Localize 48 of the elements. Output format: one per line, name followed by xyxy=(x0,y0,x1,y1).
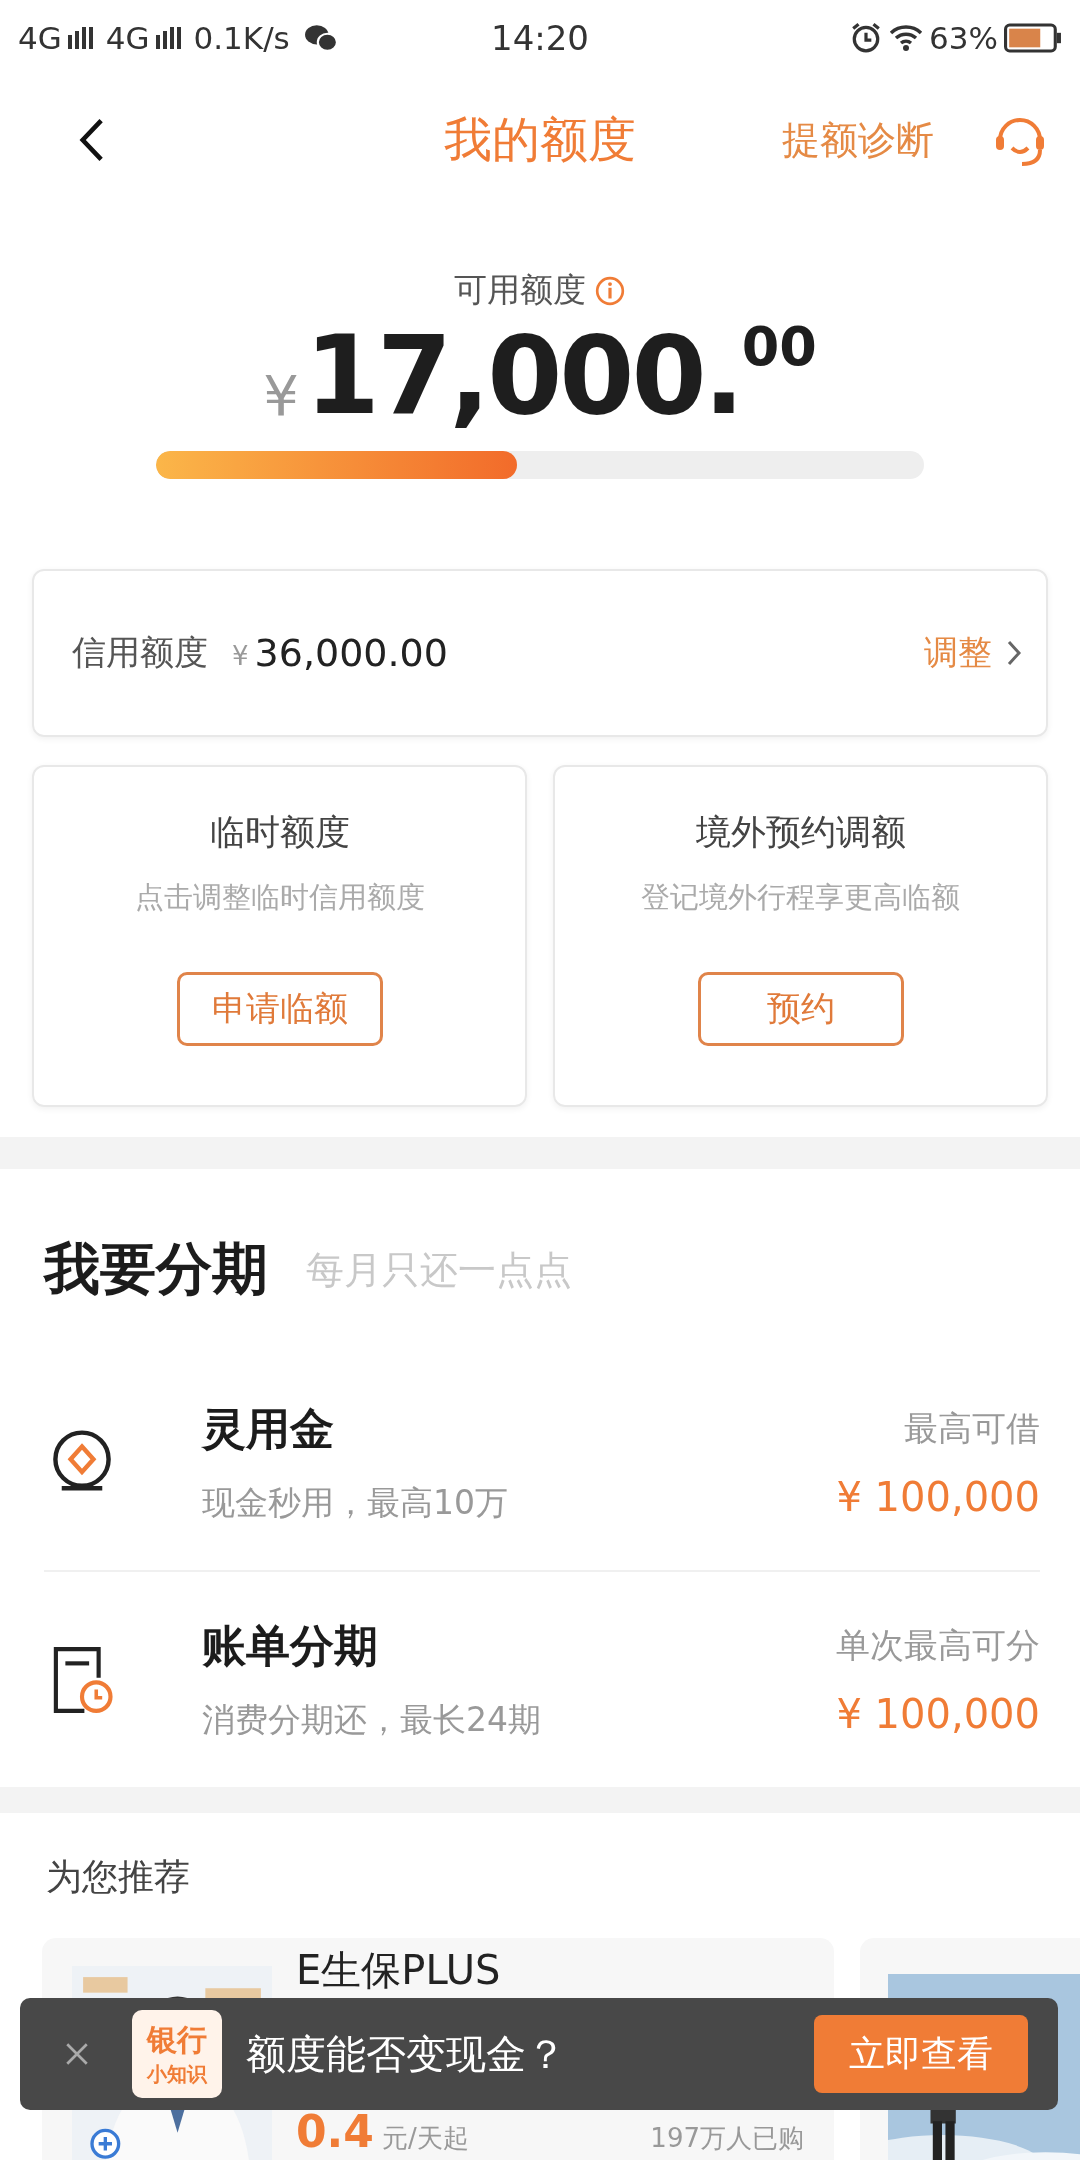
bank-tips-logo: 银行 小知识 xyxy=(132,2010,222,2098)
installment-row[interactable]: 灵用金 现金秒用，最高10万 最高可借 ¥ 100,000 xyxy=(44,1355,1040,1570)
limit-diagnosis-link[interactable]: 提额诊断 xyxy=(782,114,934,166)
card-title: 临时额度 xyxy=(209,811,350,854)
price-unit: 元/天起 xyxy=(381,2122,469,2155)
battery-percent: 63% xyxy=(929,20,998,56)
section-title: 我要分期 xyxy=(44,1235,268,1303)
limit-label: 最高可借 xyxy=(904,1406,1040,1450)
limit-amount: ¥ 100,000 xyxy=(836,1473,1040,1520)
product-description: 现金秒用，最高10万 xyxy=(202,1481,509,1524)
clock-time: 14:20 xyxy=(491,18,589,58)
credit-limit-amount: 36,000.00 xyxy=(254,631,448,675)
info-icon[interactable] xyxy=(594,274,626,307)
section-title: 为您推荐 xyxy=(46,1856,190,1897)
wifi-icon xyxy=(889,22,924,54)
product-name: E生保PLUS xyxy=(296,1946,502,1994)
product-description: 消费分期还，最长24期 xyxy=(202,1698,542,1741)
limit-amount: ¥ 100,000 xyxy=(836,1690,1040,1737)
adjust-link[interactable]: 调整 xyxy=(924,630,992,676)
network-type: 4G xyxy=(105,20,150,56)
card-title: 境外预约调额 xyxy=(695,811,906,854)
view-now-button[interactable]: 立即查看 xyxy=(814,2015,1028,2093)
product-title: 账单分期 xyxy=(202,1618,379,1673)
buyer-count: 197万人已购 xyxy=(650,2122,804,2155)
currency-symbol: ¥ xyxy=(263,363,299,428)
close-icon[interactable] xyxy=(64,2041,90,2067)
amount-decimals: 00 xyxy=(741,315,817,378)
promo-text: 额度能否变现金？ xyxy=(246,2029,566,2079)
product-price: 0.4 xyxy=(296,2112,374,2152)
limit-label: 单次最高可分 xyxy=(836,1623,1040,1667)
available-amount: 17,000. xyxy=(304,313,742,438)
apply-button[interactable]: 预约 xyxy=(697,972,904,1046)
network-speed: 0.1K/s xyxy=(193,20,290,56)
network-type: 4G xyxy=(18,20,62,56)
available-limit-label: 可用额度 xyxy=(454,269,586,311)
chat-bubbles-icon xyxy=(303,23,338,53)
battery-icon xyxy=(1004,23,1062,53)
credit-limit-card[interactable]: 信用额度 ¥36,000.00 调整 xyxy=(32,569,1048,737)
card-subtitle: 点击调整临时信用额度 xyxy=(134,879,425,916)
signal-icon xyxy=(67,26,94,50)
chevron-right-icon xyxy=(1006,639,1022,667)
currency-symbol: ¥ xyxy=(232,641,249,671)
product-title: 灵用金 xyxy=(202,1401,335,1456)
card-subtitle: 登记境外行程享更高临额 xyxy=(641,879,960,916)
page-title: 我的额度 xyxy=(444,110,636,169)
apply-button[interactable]: 申请临额 xyxy=(176,972,383,1046)
credit-limit-label: 信用额度 xyxy=(72,631,208,674)
signal-icon xyxy=(155,26,182,50)
